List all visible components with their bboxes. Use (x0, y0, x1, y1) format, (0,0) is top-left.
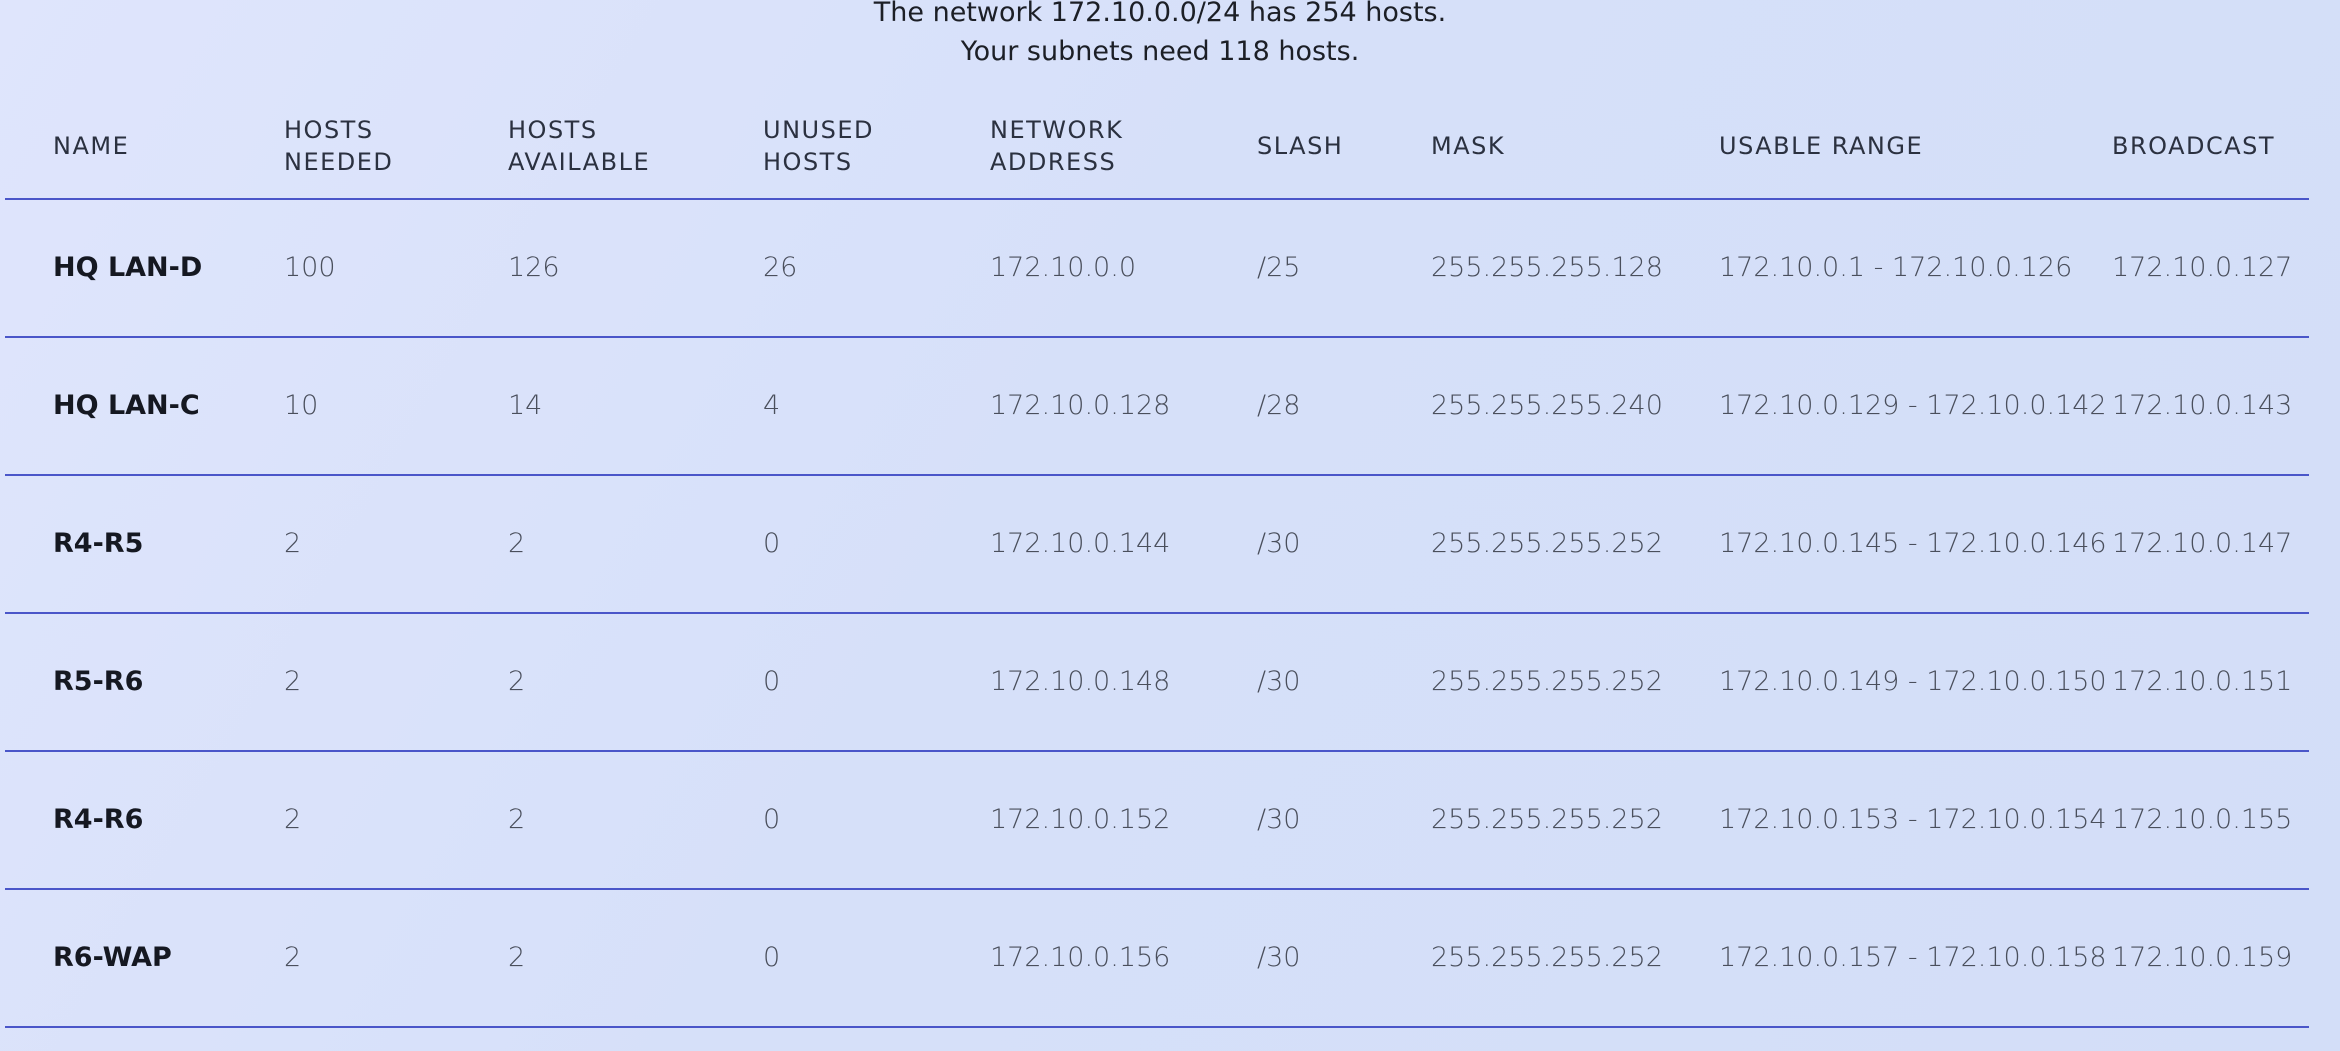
column-header-unused-hosts-line2: HOSTS (763, 148, 853, 176)
cell-network-address: 172.10.0.156 (990, 942, 1171, 973)
cell-mask: 255.255.255.240 (1431, 390, 1663, 421)
cell-broadcast: 172.10.0.155 (2112, 804, 2293, 835)
cell-unused-hosts: 4 (763, 390, 781, 421)
cell-hosts-needed: 2 (284, 942, 302, 973)
cell-network-address: 172.10.0.144 (990, 528, 1171, 559)
column-header-network-address-line2: ADDRESS (990, 148, 1117, 176)
column-header-hosts-needed: HOSTS NEEDED (284, 114, 393, 178)
cell-name: HQ LAN-D (53, 252, 203, 283)
table-row: R5-R6 2 2 0 172.10.0.148 /30 255.255.255… (5, 614, 2309, 752)
cell-name: R4-R5 (53, 528, 144, 559)
cell-network-address: 172.10.0.0 (990, 252, 1136, 283)
cell-usable-range: 172.10.0.153 - 172.10.0.154 (1719, 804, 2107, 835)
cell-mask: 255.255.255.252 (1431, 666, 1663, 697)
column-header-broadcast: BROADCAST (2112, 132, 2276, 160)
cell-slash: /30 (1257, 528, 1301, 559)
cell-unused-hosts: 0 (763, 528, 781, 559)
cell-broadcast: 172.10.0.159 (2112, 942, 2293, 973)
cell-network-address: 172.10.0.128 (990, 390, 1171, 421)
cell-hosts-available: 2 (508, 804, 526, 835)
cell-hosts-available: 2 (508, 528, 526, 559)
column-header-hosts-available: HOSTS AVAILABLE (508, 114, 650, 178)
cell-network-address: 172.10.0.148 (990, 666, 1171, 697)
cell-usable-range: 172.10.0.129 - 172.10.0.142 (1719, 390, 2107, 421)
cell-slash: /30 (1257, 942, 1301, 973)
table-row: HQ LAN-D 100 126 26 172.10.0.0 /25 255.2… (5, 200, 2309, 338)
column-header-hosts-needed-line2: NEEDED (284, 148, 394, 176)
table-row: R4-R6 2 2 0 172.10.0.152 /30 255.255.255… (5, 752, 2309, 890)
cell-name: R6-WAP (53, 942, 172, 973)
cell-unused-hosts: 0 (763, 804, 781, 835)
cell-hosts-needed: 100 (284, 252, 336, 283)
cell-usable-range: 172.10.0.145 - 172.10.0.146 (1719, 528, 2107, 559)
cell-hosts-available: 126 (508, 252, 560, 283)
cell-hosts-available: 2 (508, 942, 526, 973)
column-header-hosts-needed-line1: HOSTS (284, 116, 374, 144)
column-header-name: NAME (53, 132, 130, 160)
column-header-hosts-available-line2: AVAILABLE (508, 148, 651, 176)
column-header-usable-range: USABLE RANGE (1719, 132, 1924, 160)
cell-hosts-needed: 2 (284, 666, 302, 697)
cell-name: HQ LAN-C (53, 390, 200, 421)
cell-broadcast: 172.10.0.151 (2112, 666, 2293, 697)
subnet-hosts-needed-text: Your subnets need 118 hosts. (960, 36, 1360, 67)
cell-mask: 255.255.255.252 (1431, 528, 1663, 559)
table-header: NAME HOSTS NEEDED HOSTS AVAILABLE UNUSED… (5, 90, 2309, 200)
column-header-mask: MASK (1431, 132, 1506, 160)
table-row: R6-WAP 2 2 0 172.10.0.156 /30 255.255.25… (5, 890, 2309, 1028)
cell-slash: /30 (1257, 666, 1301, 697)
cell-broadcast: 172.10.0.127 (2112, 252, 2293, 283)
cell-broadcast: 172.10.0.143 (2112, 390, 2293, 421)
network-hosts-text: The network 172.10.0.0/24 has 254 hosts. (873, 0, 1447, 28)
cell-unused-hosts: 26 (763, 252, 798, 283)
cell-mask: 255.255.255.252 (1431, 804, 1663, 835)
column-header-slash: SLASH (1257, 132, 1344, 160)
table-row: HQ LAN-C 10 14 4 172.10.0.128 /28 255.25… (5, 338, 2309, 476)
cell-hosts-needed: 2 (284, 528, 302, 559)
cell-network-address: 172.10.0.152 (990, 804, 1171, 835)
cell-mask: 255.255.255.128 (1431, 252, 1663, 283)
cell-usable-range: 172.10.0.157 - 172.10.0.158 (1719, 942, 2107, 973)
cell-slash: /25 (1257, 252, 1301, 283)
cell-usable-range: 172.10.0.1 - 172.10.0.126 (1719, 252, 2073, 283)
cell-hosts-needed: 2 (284, 804, 302, 835)
column-header-unused-hosts: UNUSED HOSTS (763, 114, 874, 178)
cell-slash: /30 (1257, 804, 1301, 835)
column-header-network-address-line1: NETWORK (990, 116, 1124, 144)
cell-unused-hosts: 0 (763, 942, 781, 973)
cell-hosts-available: 14 (508, 390, 543, 421)
table-row: R4-R5 2 2 0 172.10.0.144 /30 255.255.255… (5, 476, 2309, 614)
cell-mask: 255.255.255.252 (1431, 942, 1663, 973)
cell-hosts-needed: 10 (284, 390, 319, 421)
column-header-unused-hosts-line1: UNUSED (763, 116, 874, 144)
cell-broadcast: 172.10.0.147 (2112, 528, 2293, 559)
cell-name: R4-R6 (53, 804, 144, 835)
cell-unused-hosts: 0 (763, 666, 781, 697)
cell-usable-range: 172.10.0.149 - 172.10.0.150 (1719, 666, 2107, 697)
subnet-table: NAME HOSTS NEEDED HOSTS AVAILABLE UNUSED… (5, 90, 2309, 1028)
cell-slash: /28 (1257, 390, 1301, 421)
column-header-hosts-available-line1: HOSTS (508, 116, 598, 144)
column-header-network-address: NETWORK ADDRESS (990, 114, 1123, 178)
cell-hosts-available: 2 (508, 666, 526, 697)
cell-name: R5-R6 (53, 666, 144, 697)
